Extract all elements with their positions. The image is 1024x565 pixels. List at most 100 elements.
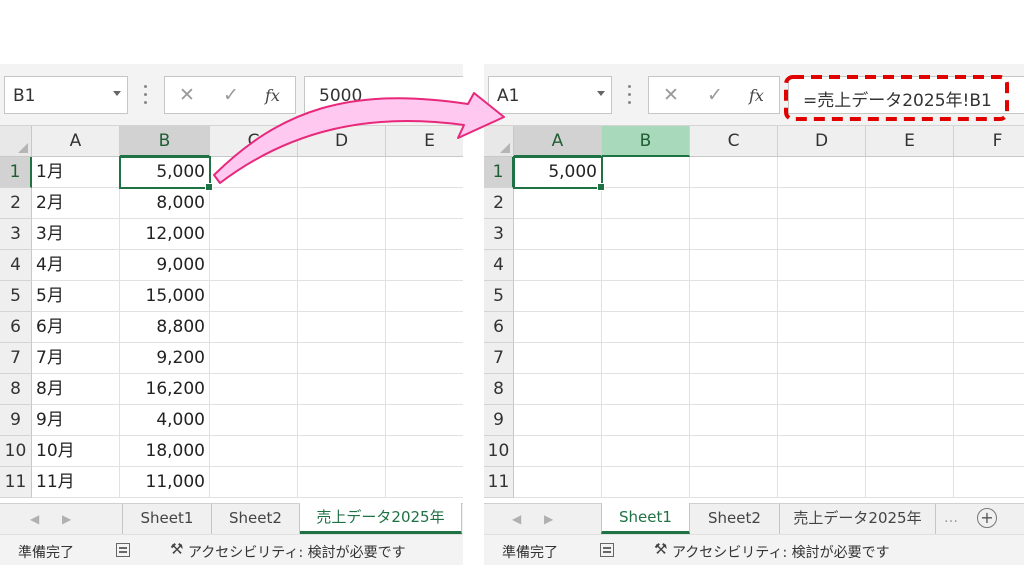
- select-all-corner[interactable]: [0, 126, 32, 157]
- cell[interactable]: [602, 467, 690, 498]
- cell[interactable]: [602, 281, 690, 312]
- cell-sales[interactable]: 11,000: [120, 467, 210, 498]
- cell[interactable]: [210, 405, 298, 436]
- cell[interactable]: [210, 250, 298, 281]
- cell[interactable]: [602, 312, 690, 343]
- column-header-d[interactable]: D: [298, 126, 386, 157]
- enter-icon[interactable]: ✓: [223, 84, 239, 106]
- column-header-f[interactable]: F: [954, 126, 1024, 157]
- cell[interactable]: [210, 157, 298, 188]
- cell-month[interactable]: 6月: [32, 312, 120, 343]
- cell[interactable]: [778, 374, 866, 405]
- name-box[interactable]: A1: [488, 76, 612, 114]
- cell[interactable]: [210, 436, 298, 467]
- spreadsheet-grid[interactable]: A B C D E F 1 5,000 2 3 4 5 6 7 8 9 10 11: [484, 126, 1024, 503]
- cell[interactable]: [954, 436, 1024, 467]
- cell[interactable]: [210, 188, 298, 219]
- column-header-d[interactable]: D: [778, 126, 866, 157]
- tab-scroll-right-icon[interactable]: ▶: [62, 512, 71, 526]
- cell[interactable]: [298, 343, 386, 374]
- cell[interactable]: [778, 188, 866, 219]
- cell[interactable]: [386, 343, 463, 374]
- cell[interactable]: [298, 188, 386, 219]
- chevron-down-icon[interactable]: [597, 91, 605, 96]
- cell[interactable]: [386, 188, 463, 219]
- cell[interactable]: [298, 436, 386, 467]
- sheet-tab-2[interactable]: Sheet2: [212, 504, 300, 534]
- cell[interactable]: [210, 312, 298, 343]
- row-header[interactable]: 4: [484, 250, 514, 281]
- sheet-tab-1[interactable]: Sheet1: [601, 503, 690, 534]
- cell[interactable]: [954, 188, 1024, 219]
- cell[interactable]: [778, 467, 866, 498]
- row-header[interactable]: 2: [484, 188, 514, 219]
- accessibility-status[interactable]: アクセシビリティ: 検討が必要です: [672, 542, 890, 562]
- add-sheet-icon[interactable]: +: [977, 508, 997, 528]
- more-vertical-icon[interactable]: [626, 80, 632, 110]
- cell[interactable]: [866, 157, 954, 188]
- chevron-down-icon[interactable]: [113, 91, 121, 96]
- cell[interactable]: [602, 343, 690, 374]
- cell-sales[interactable]: 9,200: [120, 343, 210, 374]
- cell[interactable]: [866, 188, 954, 219]
- cell-month[interactable]: 4月: [32, 250, 120, 281]
- row-header[interactable]: 7: [484, 343, 514, 374]
- cell[interactable]: [298, 219, 386, 250]
- cell[interactable]: [602, 219, 690, 250]
- row-header[interactable]: 9: [484, 405, 514, 436]
- cell[interactable]: [866, 436, 954, 467]
- row-header[interactable]: 3: [0, 219, 32, 250]
- row-header[interactable]: 8: [484, 374, 514, 405]
- formula-input[interactable]: =売上データ2025年!B1: [788, 76, 1024, 114]
- row-header[interactable]: 10: [0, 436, 32, 467]
- cell[interactable]: [386, 219, 463, 250]
- row-header[interactable]: 4: [0, 250, 32, 281]
- cell-sales[interactable]: 18,000: [120, 436, 210, 467]
- cell[interactable]: [954, 157, 1024, 188]
- column-header-a[interactable]: A: [32, 126, 120, 157]
- cell[interactable]: [778, 405, 866, 436]
- cell[interactable]: [954, 281, 1024, 312]
- cell-month[interactable]: 2月: [32, 188, 120, 219]
- cell-month[interactable]: 7月: [32, 343, 120, 374]
- cell[interactable]: [690, 157, 778, 188]
- cell[interactable]: [866, 312, 954, 343]
- cell[interactable]: [210, 467, 298, 498]
- enter-icon[interactable]: ✓: [707, 84, 723, 106]
- cell[interactable]: [298, 467, 386, 498]
- cell[interactable]: [954, 250, 1024, 281]
- cell[interactable]: [690, 467, 778, 498]
- cell[interactable]: [690, 374, 778, 405]
- cell-sales[interactable]: 16,200: [120, 374, 210, 405]
- cell[interactable]: [514, 343, 602, 374]
- accessibility-icon[interactable]: ⚒: [654, 540, 667, 558]
- row-header[interactable]: 1: [484, 157, 514, 188]
- cell[interactable]: [866, 467, 954, 498]
- row-header[interactable]: 7: [0, 343, 32, 374]
- cell-month[interactable]: 5月: [32, 281, 120, 312]
- tab-scroll-left-icon[interactable]: ◀: [30, 512, 39, 526]
- cell[interactable]: [386, 436, 463, 467]
- cell[interactable]: [298, 374, 386, 405]
- cell[interactable]: [954, 312, 1024, 343]
- cell[interactable]: [778, 312, 866, 343]
- select-all-corner[interactable]: [484, 126, 514, 157]
- cell[interactable]: [954, 219, 1024, 250]
- cell[interactable]: [514, 312, 602, 343]
- column-header-a[interactable]: A: [514, 126, 602, 157]
- cell[interactable]: [690, 405, 778, 436]
- cell-sales[interactable]: 4,000: [120, 405, 210, 436]
- cell[interactable]: [514, 405, 602, 436]
- cell[interactable]: [210, 281, 298, 312]
- cell[interactable]: [954, 374, 1024, 405]
- column-header-e[interactable]: E: [866, 126, 954, 157]
- cancel-icon[interactable]: ✕: [663, 84, 679, 106]
- cell[interactable]: [386, 281, 463, 312]
- cell-month[interactable]: 9月: [32, 405, 120, 436]
- cell-sales[interactable]: 12,000: [120, 219, 210, 250]
- row-header[interactable]: 11: [484, 467, 514, 498]
- column-header-b[interactable]: B: [602, 126, 690, 157]
- cell[interactable]: [514, 281, 602, 312]
- row-header[interactable]: 6: [484, 312, 514, 343]
- cell[interactable]: [690, 281, 778, 312]
